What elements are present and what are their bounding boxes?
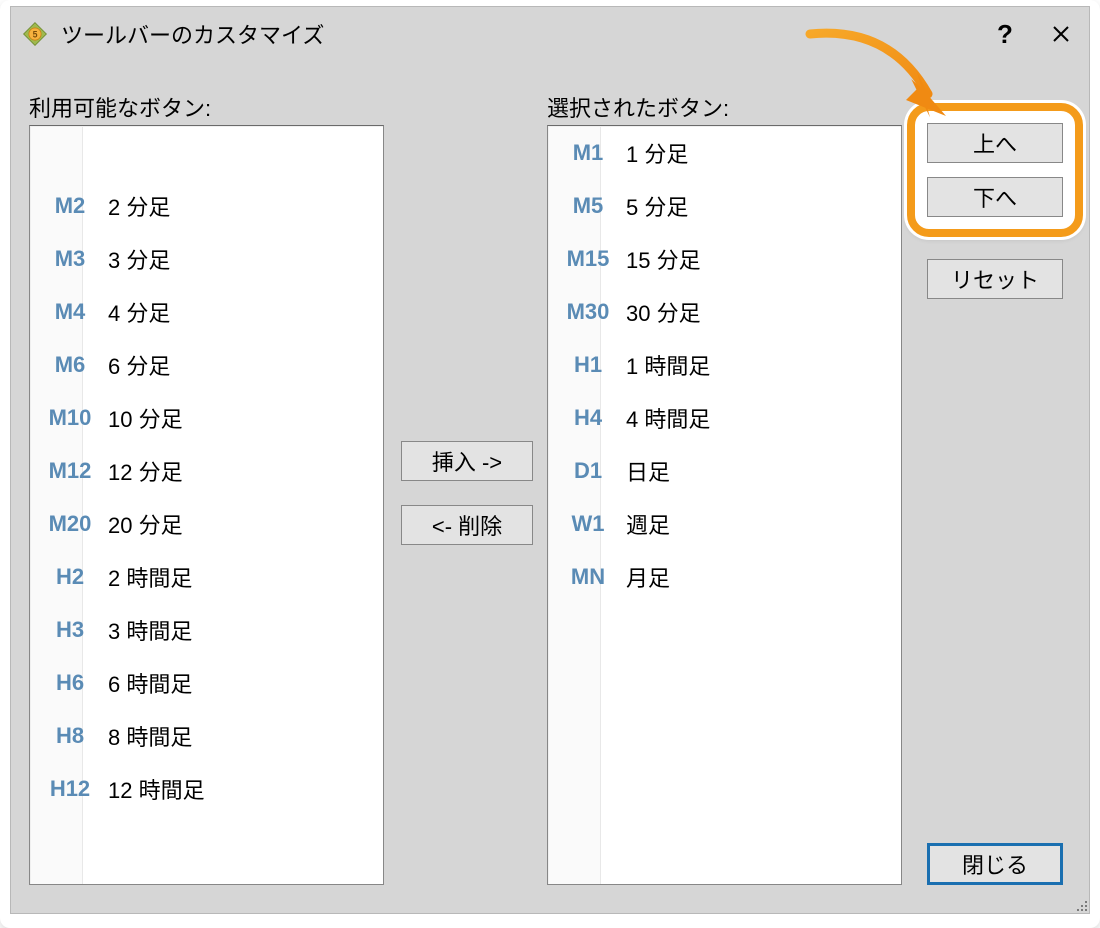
timeframe-code: M20 [40,511,100,537]
help-button[interactable]: ? [977,7,1033,61]
timeframe-code: M15 [558,246,618,272]
timeframe-desc: 15 分足 [618,243,701,275]
timeframe-desc: 6 分足 [100,349,170,381]
list-item[interactable]: M2020 分足 [30,497,383,550]
close-window-button[interactable] [1033,7,1089,61]
timeframe-code: H12 [40,776,100,802]
timeframe-desc: 12 時間足 [100,773,205,805]
svg-text:5: 5 [33,30,38,40]
timeframe-code: M30 [558,299,618,325]
list-item[interactable]: M1010 分足 [30,391,383,444]
list-item[interactable]: W1週足 [548,497,901,550]
selected-listbox[interactable]: M11 分足M55 分足M1515 分足M3030 分足H11 時間足H44 時… [547,125,902,885]
list-item[interactable]: H88 時間足 [30,709,383,762]
list-item[interactable]: H1212 時間足 [30,762,383,815]
dialog-window: 5 ツールバーのカスタマイズ ? 利用可能なボタン: 選択されたボタン: M22… [10,6,1090,914]
list-item[interactable]: H22 時間足 [30,550,383,603]
timeframe-desc: 5 分足 [618,190,688,222]
close-button[interactable]: 閉じる [927,843,1063,885]
timeframe-desc: 12 分足 [100,455,183,487]
move-down-button[interactable]: 下へ [927,177,1063,217]
selected-label: 選択されたボタン: [547,91,729,123]
timeframe-code: M2 [40,193,100,219]
timeframe-desc: 月足 [618,561,670,593]
resize-grip-icon[interactable] [1071,895,1087,911]
timeframe-code: W1 [558,511,618,537]
list-item[interactable]: H11 時間足 [548,338,901,391]
timeframe-desc: 2 時間足 [100,561,192,593]
timeframe-code: MN [558,564,618,590]
timeframe-code: H1 [558,352,618,378]
timeframe-code: H6 [40,670,100,696]
timeframe-code: M5 [558,193,618,219]
move-up-button[interactable]: 上へ [927,123,1063,163]
timeframe-desc: 3 時間足 [100,614,192,646]
timeframe-desc: 4 時間足 [618,402,710,434]
timeframe-code: H8 [40,723,100,749]
timeframe-code: M12 [40,458,100,484]
remove-button[interactable]: <- 削除 [401,505,533,545]
timeframe-desc: 8 時間足 [100,720,192,752]
timeframe-code: M10 [40,405,100,431]
reset-button[interactable]: リセット [927,259,1063,299]
app-icon: 5 [21,20,49,48]
timeframe-desc: 3 分足 [100,243,170,275]
timeframe-desc: 4 分足 [100,296,170,328]
timeframe-code: H3 [40,617,100,643]
list-item[interactable]: D1日足 [548,444,901,497]
available-listbox[interactable]: M22 分足M33 分足M44 分足M66 分足M1010 分足M1212 分足… [29,125,384,885]
timeframe-desc: 6 時間足 [100,667,192,699]
timeframe-desc: 1 分足 [618,137,688,169]
timeframe-desc: 2 分足 [100,190,170,222]
timeframe-desc: 1 時間足 [618,349,710,381]
timeframe-code: M6 [40,352,100,378]
timeframe-desc: 20 分足 [100,508,183,540]
list-item[interactable]: M1212 分足 [30,444,383,497]
timeframe-desc: 30 分足 [618,296,701,328]
timeframe-desc: 日足 [618,455,670,487]
list-item[interactable]: M33 分足 [30,232,383,285]
list-item[interactable]: H33 時間足 [30,603,383,656]
highlight-frame: 上へ 下へ [907,103,1083,237]
list-item[interactable] [30,126,383,179]
list-item[interactable]: M1515 分足 [548,232,901,285]
titlebar: 5 ツールバーのカスタマイズ ? [11,7,1089,61]
list-item[interactable]: MN月足 [548,550,901,603]
timeframe-code: H4 [558,405,618,431]
timeframe-code: M3 [40,246,100,272]
list-item[interactable]: M66 分足 [30,338,383,391]
timeframe-code: H2 [40,564,100,590]
list-item[interactable]: M11 分足 [548,126,901,179]
list-item[interactable]: H44 時間足 [548,391,901,444]
list-item[interactable]: M3030 分足 [548,285,901,338]
timeframe-code: D1 [558,458,618,484]
insert-button[interactable]: 挿入 -> [401,441,533,481]
list-item[interactable]: M22 分足 [30,179,383,232]
list-item[interactable]: M44 分足 [30,285,383,338]
timeframe-desc: 10 分足 [100,402,183,434]
timeframe-desc: 週足 [618,508,670,540]
timeframe-code: M4 [40,299,100,325]
timeframe-code: M1 [558,140,618,166]
window-title: ツールバーのカスタマイズ [61,18,324,50]
available-label: 利用可能なボタン: [29,91,211,123]
list-item[interactable]: H66 時間足 [30,656,383,709]
list-item[interactable]: M55 分足 [548,179,901,232]
